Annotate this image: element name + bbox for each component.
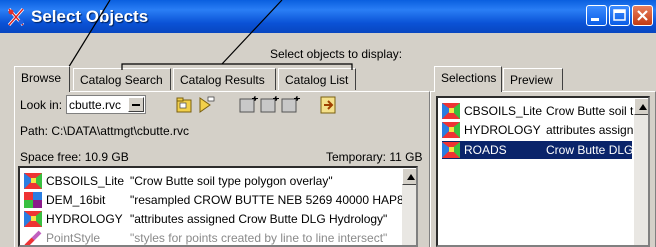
item-name: CBSOILS_Lite — [46, 174, 125, 188]
item-description: "resampled CROW BUTTE NEB 5269 40000 HAP… — [130, 193, 411, 207]
list-item-selected[interactable]: ROADS Crow Butte DLG R — [442, 141, 645, 159]
vector-icon — [24, 211, 42, 227]
select-objects-window: Select Objects Select objects to display… — [0, 0, 656, 247]
item-description: "Crow Butte soil type polygon overlay" — [130, 174, 333, 188]
maximize-button[interactable] — [609, 5, 630, 26]
style-icon — [24, 230, 42, 245]
selection-description: attributes assign — [546, 123, 634, 137]
arrow-up-icon — [407, 174, 415, 180]
selections-list[interactable]: CBSOILS_Lite Crow Butte soil t HYDROLOGY… — [436, 96, 650, 247]
object-list[interactable]: CBSOILS_Lite "Crow Butte soil type polyg… — [18, 166, 418, 247]
selection-description: Crow Butte DLG R — [546, 143, 646, 157]
list-item[interactable]: DEM_16bit "resampled CROW BUTTE NEB 5269… — [24, 191, 410, 209]
arrow-up-icon — [639, 104, 647, 110]
list-item[interactable]: CBSOILS_Lite Crow Butte soil t — [442, 102, 634, 120]
tab-browse-label: Browse — [21, 71, 62, 85]
list-item[interactable]: CBSOILS_Lite "Crow Butte soil type polyg… — [24, 172, 404, 190]
scroll-up-button[interactable] — [634, 98, 648, 115]
minimize-button[interactable] — [586, 5, 607, 26]
tab-catalog-search-label: Catalog Search — [80, 73, 163, 87]
vector-icon — [442, 122, 460, 138]
dropdown-arrow-icon[interactable] — [128, 97, 144, 112]
selection-description: Crow Butte soil t — [546, 104, 634, 118]
forward-icon[interactable] — [318, 95, 338, 115]
scroll-up-button[interactable] — [402, 168, 416, 185]
tab-preview[interactable]: Preview — [503, 68, 563, 90]
item-name: HYDROLOGY — [46, 212, 123, 226]
vector-icon — [442, 142, 460, 158]
selection-name: HYDROLOGY — [464, 123, 541, 137]
tab-catalog-results[interactable]: Catalog Results — [173, 68, 276, 90]
selection-name: ROADS — [464, 143, 507, 157]
tab-selections[interactable]: Selections — [434, 66, 502, 92]
new-file-icon[interactable] — [196, 95, 216, 115]
look-in-value: cbutte.rvc — [69, 98, 122, 112]
vector-icon — [442, 103, 460, 119]
title-bar[interactable]: Select Objects — [0, 0, 656, 33]
path-text: Path: C:\DATA\attmgt\cbutte.rvc — [20, 124, 189, 138]
tab-preview-label: Preview — [510, 73, 553, 87]
item-name: DEM_16bit — [46, 193, 106, 207]
new-object-icon-3[interactable] — [280, 95, 300, 115]
vector-icon — [24, 173, 42, 189]
up-folder-icon[interactable] — [176, 95, 196, 115]
tab-catalog-list-label: Catalog List — [285, 73, 349, 87]
temporary-text: Temporary: 11 GB — [326, 150, 423, 164]
list-item[interactable]: PointStyle "styles for points created by… — [24, 229, 404, 245]
item-description: "attributes assigned Crow Butte DLG Hydr… — [130, 212, 388, 226]
app-icon — [7, 8, 25, 26]
list-item[interactable]: HYDROLOGY attributes assign — [442, 121, 634, 139]
selections-scrollbar[interactable] — [634, 98, 648, 245]
tab-catalog-results-label: Catalog Results — [180, 73, 265, 87]
prompt-text: Select objects to display: — [270, 47, 403, 61]
new-object-icon-1[interactable] — [238, 95, 258, 115]
tab-selections-label: Selections — [441, 71, 497, 85]
tab-catalog-search[interactable]: Catalog Search — [73, 68, 171, 90]
window-title: Select Objects — [31, 7, 149, 26]
item-name: PointStyle — [46, 231, 101, 245]
tab-browse[interactable]: Browse — [14, 66, 70, 92]
object-list-scrollbar[interactable] — [402, 168, 416, 245]
look-in-dropdown[interactable]: cbutte.rvc — [66, 95, 146, 114]
close-button[interactable] — [632, 5, 653, 26]
new-object-icon-2[interactable] — [259, 95, 279, 115]
tab-catalog-list[interactable]: Catalog List — [278, 68, 356, 90]
selection-name: CBSOILS_Lite — [464, 104, 543, 118]
item-description: "styles for points created by line to li… — [130, 231, 388, 245]
space-free-text: Space free: 10.9 GB — [20, 150, 129, 164]
raster-icon — [24, 192, 42, 208]
list-item[interactable]: HYDROLOGY "attributes assigned Crow Butt… — [24, 210, 404, 228]
look-in-label: Look in: — [20, 98, 63, 112]
